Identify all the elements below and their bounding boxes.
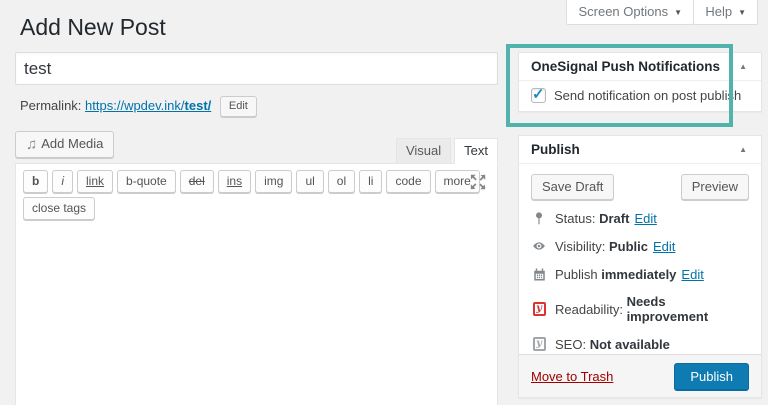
visibility-value: Public <box>609 239 648 254</box>
permalink-edit-button[interactable]: Edit <box>220 96 257 117</box>
onesignal-panel-title: OneSignal Push Notifications <box>531 59 720 74</box>
screen-options-button[interactable]: Screen Options ▼ <box>566 0 694 25</box>
readability-value: Needs improvement <box>627 294 749 324</box>
checkmark-icon: ✓ <box>532 85 545 103</box>
publish-panel-header: Publish ▲ <box>519 136 761 164</box>
quicktags-toolbar: bilinkb-quotedelinsimgulollicodemore clo… <box>16 164 497 222</box>
pin-icon <box>531 210 547 226</box>
tab-visual[interactable]: Visual <box>396 138 451 164</box>
editor-content-area[interactable] <box>16 226 497 405</box>
permalink: Permalink: https://wpdev.ink/test/ Edit <box>20 96 257 117</box>
readability-row: y Readability: Needs improvement <box>531 294 749 324</box>
schedule-row: Publish immediately Edit <box>531 266 749 282</box>
quicktag-del[interactable]: del <box>180 170 214 193</box>
quicktag-ul[interactable]: ul <box>296 170 323 193</box>
seo-value: Not available <box>590 337 670 352</box>
add-media-button[interactable]: ♫ Add Media <box>15 131 114 158</box>
send-notification-label[interactable]: Send notification on post publish <box>554 88 741 103</box>
collapse-arrow-icon[interactable]: ▲ <box>737 143 749 156</box>
eye-icon <box>531 238 547 254</box>
help-button[interactable]: Help ▼ <box>693 0 758 25</box>
calendar-icon <box>531 266 547 282</box>
add-media-label: Add Media <box>41 136 103 151</box>
quicktag-bold[interactable]: b <box>23 170 48 193</box>
readability-label: Readability: <box>555 302 623 317</box>
status-label: Status: <box>555 211 595 226</box>
publish-button[interactable]: Publish <box>674 363 749 390</box>
fullscreen-icon[interactable] <box>469 173 487 191</box>
help-label: Help <box>705 4 732 19</box>
quicktag-link[interactable]: link <box>77 170 113 193</box>
publish-panel-title: Publish <box>531 142 580 157</box>
permalink-url-base: https://wpdev.ink/ <box>85 98 184 113</box>
preview-button[interactable]: Preview <box>681 174 749 200</box>
seo-label: SEO: <box>555 337 586 352</box>
post-editor: ♫ Add Media VisualText bilinkb-quotedelin… <box>15 131 498 405</box>
schedule-edit-link[interactable]: Edit <box>681 267 703 282</box>
publish-panel-body: Save Draft Preview Status: Draft Edit Vi… <box>519 164 761 352</box>
send-notification-checkbox[interactable]: ✓ <box>531 88 546 103</box>
status-value: Draft <box>599 211 629 226</box>
onesignal-panel: OneSignal Push Notifications ▲ ✓ Send not… <box>518 52 762 112</box>
permalink-label: Permalink: <box>20 98 81 113</box>
yoast-seo-icon: y <box>531 336 547 352</box>
post-title-input[interactable] <box>15 52 498 85</box>
editor-mode-tabs: VisualText <box>393 138 498 164</box>
status-edit-link[interactable]: Edit <box>634 211 656 226</box>
media-icon: ♫ <box>26 136 37 153</box>
tab-text[interactable]: Text <box>454 138 498 164</box>
editor-container: bilinkb-quotedelinsimgulollicodemore clo… <box>15 163 498 405</box>
add-new-post-page: Screen Options ▼ Help ▼ Add New Post Perma… <box>0 0 768 405</box>
visibility-edit-link[interactable]: Edit <box>653 239 675 254</box>
media-tab-row: ♫ Add Media VisualText <box>15 131 498 163</box>
close-tags-button[interactable]: close tags <box>23 197 95 220</box>
screen-options-label: Screen Options <box>578 4 668 19</box>
permalink-link[interactable]: https://wpdev.ink/test/ <box>85 98 211 113</box>
quicktag-img[interactable]: img <box>255 170 292 193</box>
status-row: Status: Draft Edit <box>531 210 749 226</box>
minor-publishing-actions: Save Draft Preview <box>531 174 749 210</box>
schedule-value: immediately <box>601 267 676 282</box>
onesignal-panel-header: OneSignal Push Notifications ▲ <box>519 53 761 81</box>
seo-row: y SEO: Not available <box>531 336 749 352</box>
schedule-label: Publish <box>555 267 598 282</box>
quicktag-italic[interactable]: i <box>52 170 73 193</box>
save-draft-button[interactable]: Save Draft <box>531 174 614 200</box>
chevron-down-icon: ▼ <box>674 8 682 17</box>
yoast-readability-icon: y <box>531 301 547 317</box>
visibility-row: Visibility: Public Edit <box>531 238 749 254</box>
major-publishing-actions: Move to Trash Publish <box>519 354 761 397</box>
publish-panel: Publish ▲ Save Draft Preview Status: Dra… <box>518 135 762 398</box>
chevron-down-icon: ▼ <box>738 8 746 17</box>
quicktag-code[interactable]: code <box>386 170 430 193</box>
quicktag-ol[interactable]: ol <box>328 170 355 193</box>
onesignal-panel-body: ✓ Send notification on post publish <box>519 81 761 110</box>
quicktag-li[interactable]: li <box>359 170 382 193</box>
visibility-label: Visibility: <box>555 239 605 254</box>
quicktag-ins[interactable]: ins <box>218 170 251 193</box>
move-to-trash-link[interactable]: Move to Trash <box>531 369 613 384</box>
quicktag-blockquote[interactable]: b-quote <box>117 170 176 193</box>
collapse-arrow-icon[interactable]: ▲ <box>737 60 749 73</box>
permalink-slug: test/ <box>185 98 212 113</box>
page-title: Add New Post <box>20 13 166 43</box>
